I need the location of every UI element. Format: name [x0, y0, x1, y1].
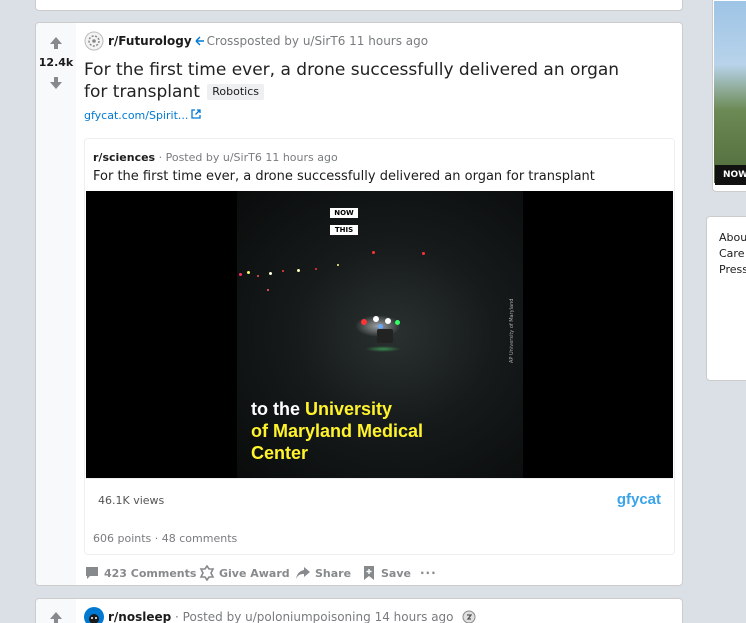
gfycat-logo[interactable]: gfycat — [617, 491, 661, 508]
external-link-icon[interactable] — [190, 108, 202, 120]
save-label: Save — [381, 566, 411, 580]
crosspost-title[interactable]: For the first time ever, a drone success… — [93, 169, 595, 184]
next-vote-rail — [36, 599, 76, 623]
save-button[interactable]: Save — [361, 563, 411, 583]
previous-post-card — [35, 0, 683, 11]
crosspost-meta: r/sciences · Posted by u/SirT6 11 hours … — [93, 151, 338, 164]
light-dot — [282, 270, 284, 272]
subreddit-link[interactable]: r/Futurology — [108, 34, 192, 48]
next-post-time[interactable]: 14 hours ago — [375, 610, 454, 623]
crosspost-time[interactable]: 11 hours ago — [265, 151, 337, 164]
caption-line3: Center — [251, 443, 309, 463]
give-award-button[interactable]: Give Award — [199, 563, 290, 583]
comments-label: 423 Comments — [104, 566, 197, 580]
more-options-icon: ··· — [420, 566, 437, 580]
next-subreddit-link[interactable]: r/nosleep — [108, 610, 171, 623]
post-title[interactable]: For the first time ever, a drone success… — [84, 59, 644, 103]
video-caption: to the University of Maryland Medical Ce… — [251, 398, 423, 464]
crosspost-embed[interactable]: r/sciences · Posted by u/SirT6 11 hours … — [84, 138, 675, 555]
futurology-avatar-icon[interactable] — [84, 31, 104, 51]
light-dot — [422, 252, 425, 255]
more-options-button[interactable]: ··· — [420, 563, 437, 583]
footer-link-about[interactable]: Abou — [707, 230, 746, 246]
footer-link-careers[interactable]: Care — [707, 246, 746, 262]
nosleep-avatar-icon[interactable] — [84, 607, 104, 623]
sidebar-ad[interactable]: NOW — [712, 0, 746, 192]
upvote-icon[interactable] — [48, 35, 64, 51]
award-badge-icon — [462, 610, 476, 623]
upvote-icon[interactable] — [48, 610, 64, 623]
light-dot — [247, 271, 250, 274]
video-footer: 46.1K views gfycat — [86, 478, 673, 521]
light-dot — [239, 273, 242, 276]
post-meta: r/Futurology Crossposted by u/SirT6 11 h… — [84, 31, 428, 51]
footer-link-press[interactable]: Press — [707, 262, 746, 278]
post-flair[interactable]: Robotics — [207, 84, 265, 100]
video-credit: AP University of Maryland — [509, 298, 515, 363]
post-title-text: For the first time ever, a drone success… — [84, 60, 620, 102]
light-dot — [267, 289, 269, 291]
author-link[interactable]: u/SirT6 — [303, 34, 346, 48]
ad-image — [714, 1, 746, 183]
give-award-label: Give Award — [219, 566, 290, 580]
light-dot — [337, 264, 339, 266]
crosspost-author-link[interactable]: u/SirT6 — [223, 151, 262, 164]
caption-line2: of Maryland Medical — [251, 421, 424, 441]
nowthis-badge-top: NOW — [330, 208, 358, 218]
crosspost-stats[interactable]: 606 points · 48 comments — [93, 532, 237, 545]
share-label: Share — [315, 566, 352, 580]
light-dot — [297, 269, 300, 272]
award-icon — [199, 565, 215, 581]
sidebar-footer: Abou Care Press — [706, 216, 746, 381]
light-dot — [257, 275, 259, 277]
caption-line1-white: to the — [251, 399, 305, 419]
post-score: 12.4k — [38, 56, 74, 69]
drone-light — [385, 318, 391, 324]
light-dot — [372, 251, 375, 254]
drone-light — [395, 320, 400, 325]
video-frame: to the University of Maryland Medical Ce… — [237, 191, 523, 478]
next-author-link[interactable]: u/poloniumpoisoning — [245, 610, 371, 623]
light-dot — [315, 268, 317, 270]
drone-ground-glow — [365, 346, 401, 352]
post-card[interactable]: 12.4k r/Futurology Crossposted by u/SirT… — [35, 22, 683, 586]
drone-light — [361, 319, 367, 325]
caption-line1-yellow: University — [305, 399, 393, 419]
share-button[interactable]: Share — [295, 563, 351, 583]
crosspost-icon — [195, 36, 204, 46]
comment-icon — [86, 567, 98, 579]
bookmark-icon — [364, 566, 374, 580]
drone-light — [373, 316, 379, 322]
next-posted-prefix: · Posted by — [175, 610, 242, 623]
video-player[interactable]: to the University of Maryland Medical Ce… — [86, 191, 673, 478]
outbound-link[interactable]: gfycat.com/Spirit... — [84, 109, 188, 122]
downvote-icon[interactable] — [48, 75, 64, 91]
post-time[interactable]: 11 hours ago — [349, 34, 428, 48]
next-post-meta: r/nosleep · Posted by u/poloniumpoisonin… — [84, 607, 476, 623]
crosspost-prefix: Crossposted by — [206, 34, 299, 48]
vote-rail: 12.4k — [36, 23, 76, 585]
share-icon — [296, 567, 310, 579]
crosspost-posted-prefix: · Posted by — [158, 151, 220, 164]
comments-button[interactable]: 423 Comments — [84, 563, 196, 583]
drone-body — [377, 329, 393, 343]
next-post-card[interactable]: r/nosleep · Posted by u/poloniumpoisonin… — [35, 598, 683, 623]
view-count: 46.1K views — [98, 494, 165, 507]
crosspost-subreddit-link[interactable]: r/sciences — [93, 151, 155, 164]
ad-badge: NOW — [715, 165, 746, 185]
nowthis-badge-bottom: THIS — [330, 225, 358, 235]
light-dot — [269, 272, 272, 275]
